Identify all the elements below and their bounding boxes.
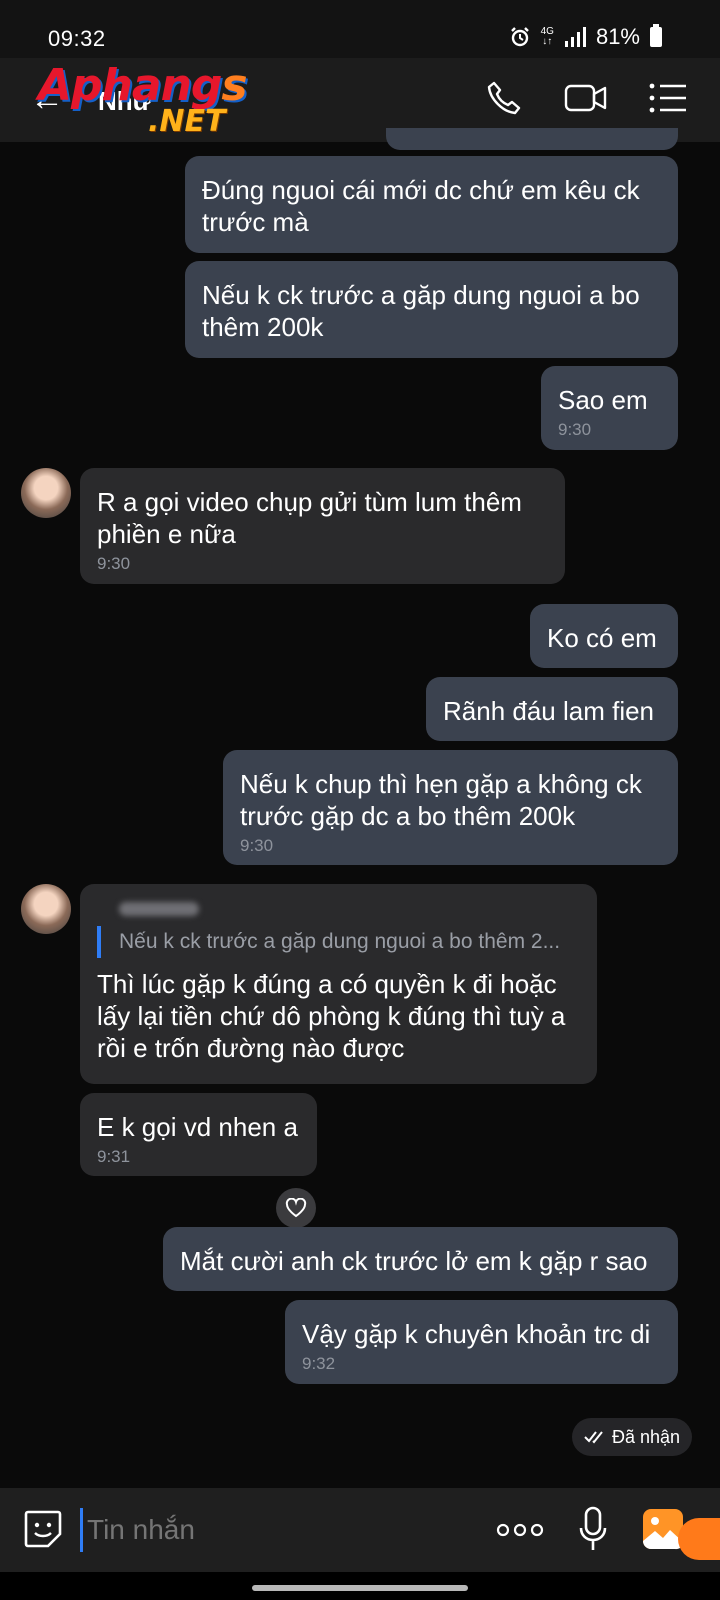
menu-list-icon[interactable] (648, 80, 688, 116)
battery-percent: 81% (595, 24, 640, 49)
message-text: Ko có em (547, 623, 657, 653)
message-bubble[interactable]: Ko có em (530, 604, 678, 668)
message-text: Đúng nguoi cái mới dc chứ em kêu ck trướ… (202, 175, 640, 237)
message-text: Vậy gặp k chuyên khoản trc di (302, 1319, 651, 1349)
partial-message (386, 128, 678, 150)
video-call-icon[interactable] (564, 80, 608, 116)
message-bubble[interactable]: Đúng nguoi cái mới dc chứ em kêu ck trướ… (185, 156, 678, 253)
message-text: Sao em (558, 385, 648, 415)
message-text: Thì lúc gặp k đúng a có quyền k đi hoặc … (97, 969, 566, 1063)
message-bubble[interactable]: E k gọi vd nhen a 9:31 (80, 1093, 317, 1176)
avatar[interactable] (21, 884, 71, 934)
message-time: 9:30 (97, 554, 131, 573)
message-bubble[interactable]: Sao em 9:30 (541, 366, 678, 450)
system-nav-bar (0, 1572, 720, 1600)
message-input-bar (0, 1488, 720, 1572)
message-time: 9:32 (302, 1354, 336, 1373)
home-indicator[interactable] (252, 1585, 468, 1591)
message-text: Mắt cười anh ck trước lở em k gặp r sao (180, 1246, 648, 1276)
message-bubble[interactable]: R a gọi video chụp gửi tùm lum thêm phiề… (80, 468, 565, 584)
double-check-icon (584, 1431, 603, 1444)
message-time: 9:31 (97, 1147, 131, 1166)
message-bubble-reply[interactable]: Nếu k ck trước a găp dung nguoi a bo thê… (80, 884, 597, 1084)
delivery-status-badge: Đã nhận (572, 1418, 692, 1456)
network-type: 4G ↓↑ (540, 26, 554, 47)
status-icons: 4G ↓↑ 81% (509, 24, 662, 50)
more-dots-icon[interactable] (496, 1522, 544, 1538)
battery-icon (650, 24, 662, 47)
watermark-logo: Aphangs .NET (38, 60, 248, 139)
message-input[interactable] (80, 1508, 467, 1552)
delivery-status-text: Đã nhận (611, 1426, 681, 1447)
message-text: Nếu k chup thì hẹn gặp a không ck trước … (240, 769, 642, 831)
heart-reaction-icon[interactable] (276, 1188, 316, 1228)
phone-icon[interactable] (486, 80, 522, 116)
reply-quote[interactable]: Nếu k ck trước a găp dung nguoi a bo thê… (97, 926, 579, 958)
signal-icon (564, 27, 586, 47)
message-time: 9:30 (558, 420, 592, 439)
message-bubble[interactable]: Vậy gặp k chuyên khoản trc di 9:32 (285, 1300, 678, 1384)
message-text: Nếu k ck trước a găp dung nguoi a bo thê… (202, 280, 640, 342)
message-bubble[interactable]: Nếu k chup thì hẹn gặp a không ck trước … (223, 750, 678, 865)
message-text: E k gọi vd nhen a (97, 1112, 298, 1142)
avatar[interactable] (21, 468, 71, 518)
sticker-icon[interactable] (22, 1508, 64, 1550)
alarm-icon (510, 27, 529, 47)
message-text: Rãnh đáu lam fien (443, 696, 655, 726)
floating-bubble-icon[interactable] (678, 1518, 720, 1560)
message-bubble[interactable]: Nếu k ck trước a găp dung nguoi a bo thê… (185, 261, 678, 358)
status-time: 09:32 (48, 26, 106, 51)
status-bar: 09:32 4G ↓↑ 81% (0, 0, 720, 58)
message-bubble[interactable]: Rãnh đáu lam fien (426, 677, 678, 741)
message-time: 9:30 (240, 836, 274, 855)
microphone-icon[interactable] (578, 1506, 608, 1552)
message-text: R a gọi video chụp gửi tùm lum thêm phiề… (97, 487, 522, 549)
message-bubble[interactable]: Mắt cười anh ck trước lở em k gặp r sao (163, 1227, 678, 1291)
reply-sender-name (119, 902, 199, 916)
